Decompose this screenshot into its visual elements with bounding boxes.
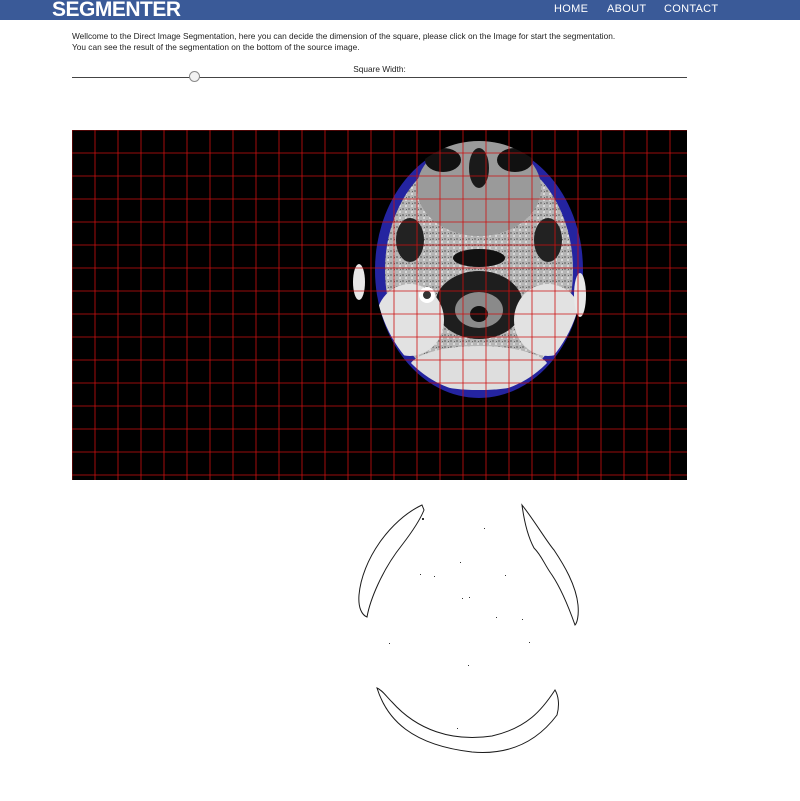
intro-text: Wellcome to the Direct Image Segmentatio… bbox=[72, 31, 712, 53]
square-width-label: Square Width: bbox=[353, 64, 406, 74]
top-navbar: SEGMENTER HOME ABOUT CONTACT bbox=[0, 0, 800, 21]
brand-logo[interactable]: SEGMENTER bbox=[52, 0, 181, 21]
square-width-slider[interactable] bbox=[72, 71, 687, 82]
nav-contact-link[interactable]: CONTACT bbox=[664, 3, 718, 16]
segmentation-result-image bbox=[72, 490, 687, 790]
slider-thumb[interactable] bbox=[189, 71, 200, 82]
nav-about-link[interactable]: ABOUT bbox=[607, 3, 646, 16]
intro-line-2: You can see the result of the segmentati… bbox=[72, 42, 360, 52]
intro-line-1: Wellcome to the Direct Image Segmentatio… bbox=[72, 31, 616, 41]
source-mri-image[interactable] bbox=[72, 130, 687, 480]
nav-home-link[interactable]: HOME bbox=[554, 3, 588, 16]
